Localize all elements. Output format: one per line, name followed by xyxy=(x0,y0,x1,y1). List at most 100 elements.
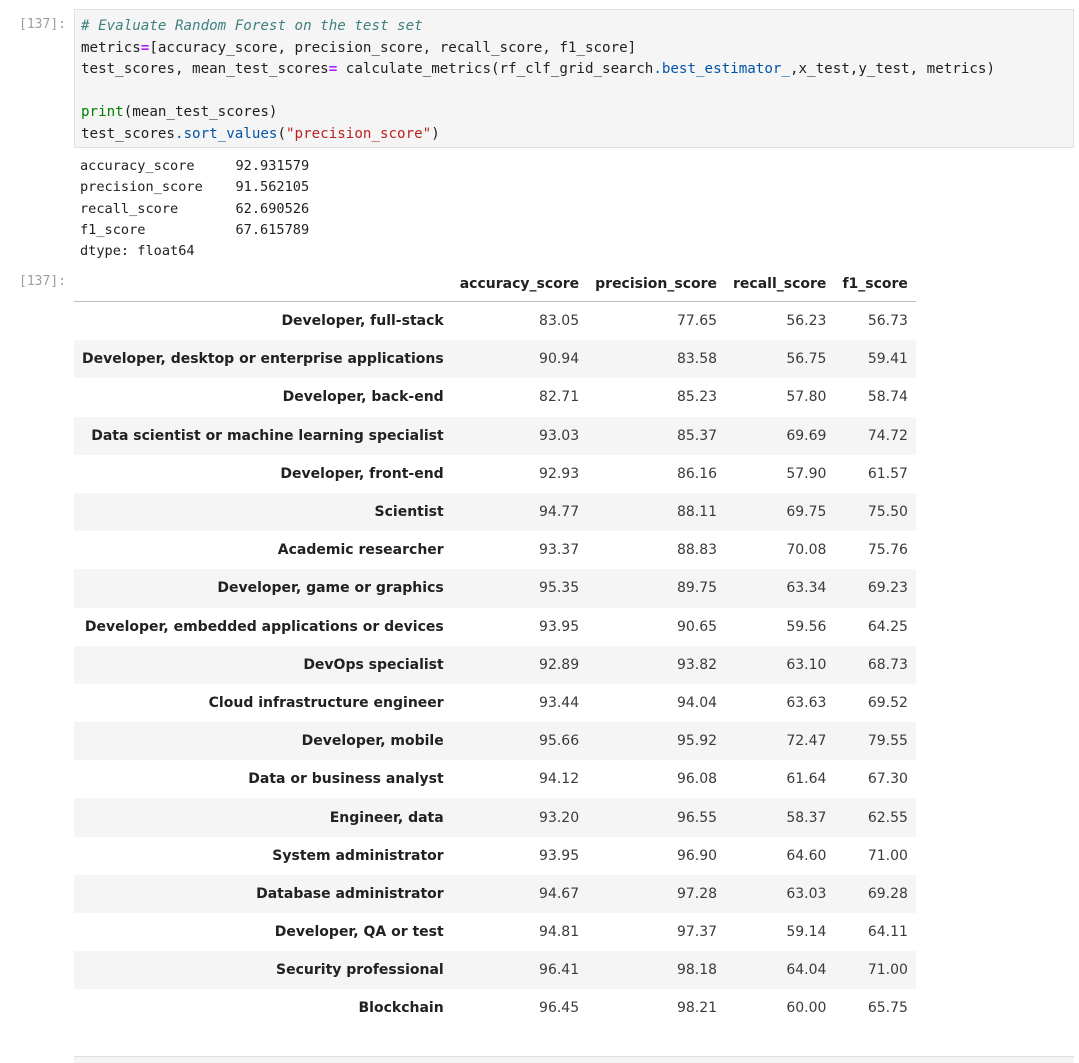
code-token: test_scores, mean_test_scores xyxy=(81,61,329,77)
table-cell: 62.55 xyxy=(867,809,908,826)
table-cell: 93.44 xyxy=(539,694,580,711)
table-cell: 94.12 xyxy=(539,771,580,788)
table-row: Developer, QA or test 94.81 97.37 59.14 64.1… xyxy=(74,913,916,951)
table-cell: 93.95 xyxy=(539,847,580,864)
table-cell: 96.08 xyxy=(676,771,718,788)
table-cell: 92.93 xyxy=(539,465,580,482)
row-label: Security professional xyxy=(276,962,444,979)
table-body: Developer, full-stack 83.05 77.65 56.23 56.7… xyxy=(74,302,916,1028)
table-cell: 56.23 xyxy=(786,313,827,330)
row-label: Data or business analyst xyxy=(248,771,444,788)
code-token: ) xyxy=(431,125,440,142)
table-cell: 58.74 xyxy=(867,389,908,406)
column-header xyxy=(74,267,452,302)
table-cell: 63.10 xyxy=(786,656,827,673)
code-token: [accuracy_score, precision_score, recall… xyxy=(149,39,637,56)
table-cell: 94.04 xyxy=(676,694,718,711)
table-cell: 94.67 xyxy=(539,885,580,902)
table-cell: 96.90 xyxy=(676,847,718,864)
table-header-row: accuracy_score precision_score recall_sc… xyxy=(74,267,916,302)
table-cell: 97.37 xyxy=(676,924,718,941)
table-cell: 60.00 xyxy=(786,1000,827,1017)
table-cell: 63.34 xyxy=(786,580,827,597)
table-cell: 90.94 xyxy=(539,351,580,368)
table-cell: 85.37 xyxy=(676,427,718,444)
row-label: Developer, desktop or enterprise applica… xyxy=(82,351,444,368)
row-label: Developer, full-stack xyxy=(281,313,444,330)
row-label: Engineer, data xyxy=(329,809,444,826)
table-cell: 93.95 xyxy=(539,618,580,635)
table-cell: 74.72 xyxy=(867,427,908,444)
row-label: Cloud infrastructure engineer xyxy=(208,694,444,711)
table-cell: 63.63 xyxy=(786,694,827,711)
table-row: Data or business analyst 94.12 96.08 61.64 6… xyxy=(74,760,916,798)
output-prompt: [137]: xyxy=(19,274,66,289)
table-cell: 88.83 xyxy=(676,542,718,559)
row-label: Developer, game or graphics xyxy=(217,580,444,597)
table-row: Developer, mobile 95.66 95.92 72.47 79.55 xyxy=(74,722,916,761)
row-label: Database administrator xyxy=(256,885,444,902)
table-cell: 58.37 xyxy=(786,809,827,826)
table-cell: 72.47 xyxy=(786,733,827,750)
table-row: Developer, back-end 82.71 85.23 57.80 58.74 xyxy=(74,378,916,416)
dataframe-table: accuracy_score precision_score recall_sc… xyxy=(74,267,916,1028)
table-cell: 75.76 xyxy=(867,542,908,559)
code-token: test_scores xyxy=(81,125,175,142)
table-cell: 69.69 xyxy=(786,427,827,444)
table-row: Blockchain 96.45 98.21 60.00 65.75 xyxy=(74,989,916,1027)
row-label: Developer, front-end xyxy=(280,465,444,482)
table-cell: 88.11 xyxy=(676,504,718,521)
table-cell: 94.81 xyxy=(539,924,580,941)
table-cell: 86.16 xyxy=(676,465,718,482)
code-token: metrics xyxy=(81,39,141,56)
table-row: Engineer, data 93.20 96.55 58.37 62.55 xyxy=(74,798,916,837)
table-cell: 64.11 xyxy=(867,924,908,941)
row-label: Blockchain xyxy=(358,1000,444,1017)
table-cell: 96.41 xyxy=(539,962,580,979)
table-cell: 69.28 xyxy=(867,885,908,902)
row-label: Data scientist or machine learning speci… xyxy=(91,427,444,444)
column-header: f1_score xyxy=(834,267,916,302)
code-comment: # Evaluate Random Forest on the test set xyxy=(81,18,423,34)
table-cell: 96.45 xyxy=(539,1000,580,1017)
code-text[interactable]: # Evaluate Random Forest on the test set… xyxy=(81,16,995,145)
table-cell: 64.60 xyxy=(786,847,827,864)
table-cell: 69.23 xyxy=(867,580,908,597)
table-cell: 95.92 xyxy=(676,733,718,750)
table-cell: 94.77 xyxy=(539,504,580,521)
table-cell: 96.55 xyxy=(676,809,718,826)
table-row: Data scientist or machine learning speci… xyxy=(74,416,916,455)
row-label: Developer, back-end xyxy=(282,389,444,406)
table-cell: 97.28 xyxy=(676,885,718,902)
row-label: Developer, embedded applications or devi… xyxy=(84,618,444,635)
table-row: Developer, front-end 92.93 86.16 57.90 61.57 xyxy=(74,455,916,493)
table-row: System administrator 93.95 96.90 64.60 71.00 xyxy=(74,837,916,875)
table-cell: 68.73 xyxy=(867,656,908,673)
row-label: DevOps specialist xyxy=(303,656,444,673)
table-cell: 57.80 xyxy=(786,389,827,406)
table-cell: 61.57 xyxy=(867,465,908,482)
code-attribute: .best_estimator_ xyxy=(653,61,790,77)
table-cell: 75.50 xyxy=(867,504,908,521)
table-cell: 77.65 xyxy=(676,313,718,330)
table-cell: 83.05 xyxy=(539,313,580,330)
table-cell: 95.66 xyxy=(539,733,580,750)
table-cell: 92.89 xyxy=(539,656,580,673)
table-cell: 69.52 xyxy=(867,694,908,711)
code-cell-editor[interactable]: # Evaluate Random Forest on the test set… xyxy=(74,9,1074,148)
table-cell: 93.20 xyxy=(539,809,580,826)
code-operator: = xyxy=(328,61,338,77)
table-cell: 59.14 xyxy=(786,924,827,941)
table-cell: 83.58 xyxy=(676,351,718,368)
stdout-output: accuracy_score 92.931579 precision_score… xyxy=(80,158,310,260)
table-row: Developer, full-stack 83.05 77.65 56.23 56.7… xyxy=(74,302,916,341)
table-cell: 70.08 xyxy=(786,542,827,559)
code-token: calculate_metrics(rf_clf_grid_search xyxy=(337,61,654,77)
code-token: ,x_test,y_test, metrics) xyxy=(789,61,995,77)
code-token: ( xyxy=(277,125,287,142)
column-header: precision_score xyxy=(587,267,726,302)
table-cell: 89.75 xyxy=(676,580,718,597)
input-prompt: [137]: xyxy=(19,17,66,32)
table-cell: 85.23 xyxy=(676,389,718,406)
table-cell: 82.71 xyxy=(539,389,580,406)
